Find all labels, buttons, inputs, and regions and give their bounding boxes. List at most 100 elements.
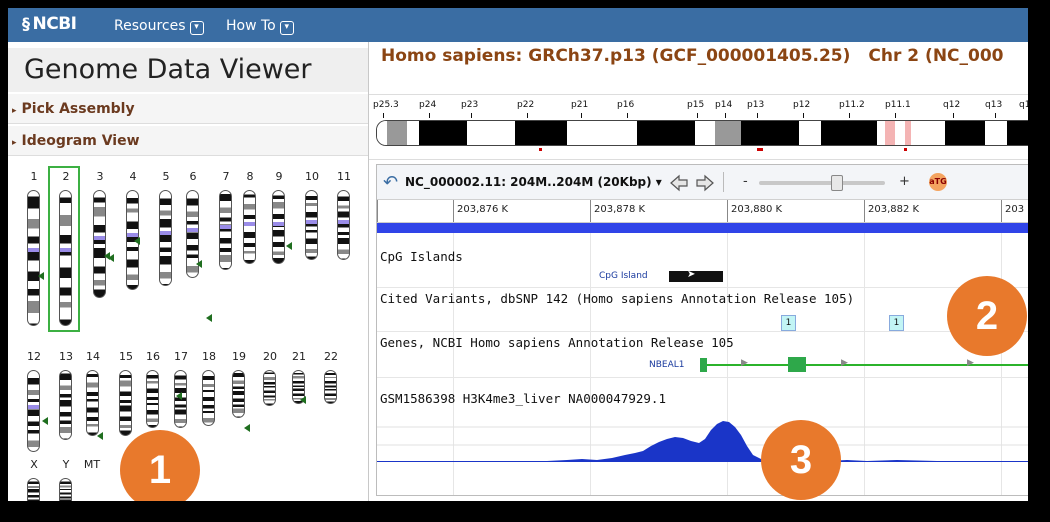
chromosome-label: 16 <box>146 350 160 363</box>
ideogram-band <box>467 121 515 145</box>
chromosome-label: 19 <box>232 350 246 363</box>
chromosome-label: 15 <box>119 350 133 363</box>
annotation-marker[interactable] <box>196 260 202 268</box>
annotation-marker[interactable] <box>286 242 292 250</box>
chromosome-body[interactable] <box>243 190 256 264</box>
back-arrow-icon[interactable]: ↶ <box>383 172 398 193</box>
chromosome-body[interactable] <box>59 478 72 501</box>
pan-right-icon[interactable] <box>695 174 715 192</box>
annotation-marker[interactable] <box>38 272 44 280</box>
chromosome-label: 3 <box>96 170 104 183</box>
chromosome-body[interactable] <box>59 370 72 440</box>
ideogram-band <box>407 121 419 145</box>
band-tick <box>803 113 804 118</box>
page-title: Genome Data Viewer <box>8 48 368 92</box>
chromosome-label: Y <box>62 458 70 471</box>
chromosome-body[interactable] <box>93 190 106 298</box>
band-label: p24 <box>419 100 437 110</box>
annotation-marker[interactable] <box>97 432 103 440</box>
zoom-out-button[interactable]: - <box>743 174 748 189</box>
ideogram-band <box>637 121 695 145</box>
band-label: p22 <box>517 100 535 110</box>
ideogram-band <box>911 121 945 145</box>
chromosome-body[interactable] <box>232 370 245 418</box>
chromosome-label: 22 <box>324 350 338 363</box>
band-label: q13 <box>985 100 1003 110</box>
ncbi-logo[interactable]: § NCBI <box>22 14 77 34</box>
chromosome-body[interactable] <box>272 190 285 264</box>
chromosome-body[interactable] <box>263 370 276 406</box>
band-tick <box>429 113 430 118</box>
chromosome-label: 7 <box>222 170 230 183</box>
cpg-island-feature[interactable]: ➤ <box>669 269 723 282</box>
zoom-slider-thumb[interactable] <box>831 175 843 191</box>
chromosome-body[interactable] <box>27 478 40 501</box>
ruler-tick <box>1001 200 1002 222</box>
centromere <box>306 220 317 224</box>
zoom-slider[interactable] <box>759 175 885 191</box>
chromosome-ideogram-bar[interactable]: p25.3 p24 p23 p22 p21 p16 p15 p14 p13 p12 p11.2 p11… <box>369 94 1028 160</box>
chromosome-body[interactable] <box>324 370 337 404</box>
ideogram-band <box>515 121 567 145</box>
locus-marker <box>757 148 763 151</box>
chromosome-body[interactable] <box>202 370 215 426</box>
chromosome-body[interactable] <box>86 370 99 436</box>
centromere <box>338 220 349 224</box>
annotation-marker[interactable] <box>206 314 212 322</box>
band-tick <box>895 113 896 118</box>
band-tick <box>471 113 472 118</box>
pick-assembly-section[interactable]: ▸ Pick Assembly <box>8 94 368 124</box>
expand-triangle-icon: ▸ <box>12 106 17 116</box>
chromosome-label: 5 <box>162 170 170 183</box>
chromosome-body[interactable] <box>119 370 132 436</box>
ideogram-band <box>885 121 895 145</box>
variant-marker[interactable]: 1 <box>889 315 904 331</box>
chromosome-name: Chr 2 (NC_000 <box>868 46 1004 66</box>
track-separator <box>377 331 1028 332</box>
coverage-graph[interactable] <box>377 413 1028 475</box>
zoom-in-button[interactable]: + <box>899 174 910 189</box>
band-tick <box>953 113 954 118</box>
accession-dropdown[interactable]: NC_000002.11: 204M..204M (20Kbp) ▾ <box>405 175 662 189</box>
ideogram-band <box>877 121 885 145</box>
chromosome-label: 13 <box>59 350 73 363</box>
chromosome-label: 12 <box>27 350 41 363</box>
ideogram-band <box>799 121 821 145</box>
how-to-menu[interactable]: How To ▾ <box>226 18 294 35</box>
gene-exon[interactable] <box>788 357 806 372</box>
section-label: Pick Assembly <box>21 101 135 117</box>
toolbar-divider <box>723 172 724 192</box>
annotation-marker[interactable] <box>134 237 140 245</box>
gene-label: NBEAL1 <box>649 360 685 370</box>
annotation-marker[interactable] <box>108 254 114 262</box>
ideogram-view-section[interactable]: ▸ Ideogram View <box>8 126 368 156</box>
centromere <box>273 222 284 226</box>
ruler-tick <box>727 200 728 222</box>
how-to-menu-label: How To <box>226 18 276 34</box>
chromosome-body[interactable] <box>27 370 40 452</box>
section-label: Ideogram View <box>21 133 140 149</box>
annotation-marker[interactable] <box>176 392 182 400</box>
annotation-marker[interactable] <box>244 424 250 432</box>
resources-menu[interactable]: Resources ▾ <box>114 18 204 35</box>
chromosome-2-ideogram[interactable] <box>376 120 1028 146</box>
track-title-genes: Genes, NCBI Homo sapiens Annotation Rele… <box>380 335 734 350</box>
annotation-marker[interactable] <box>42 417 48 425</box>
chromosome-label: 11 <box>337 170 351 183</box>
annotation-marker[interactable] <box>300 396 306 404</box>
chromosome-body[interactable] <box>305 190 318 260</box>
chromosome-body[interactable] <box>146 370 159 428</box>
chromosome-body[interactable] <box>219 190 232 270</box>
gene-feature[interactable] <box>700 364 1028 366</box>
chromosome-body[interactable] <box>27 190 40 326</box>
chromosome-body[interactable] <box>159 190 172 286</box>
chromosome-label: 18 <box>202 350 216 363</box>
variant-marker[interactable]: 1 <box>781 315 796 331</box>
gene-exon[interactable] <box>700 358 707 372</box>
chromosome-body[interactable] <box>337 190 350 260</box>
band-tick <box>527 113 528 118</box>
pan-left-icon[interactable] <box>669 174 689 192</box>
atg-tool-icon[interactable]: aTG <box>929 173 947 191</box>
track-title-cpg: CpG Islands <box>380 249 463 264</box>
band-tick <box>383 113 384 118</box>
